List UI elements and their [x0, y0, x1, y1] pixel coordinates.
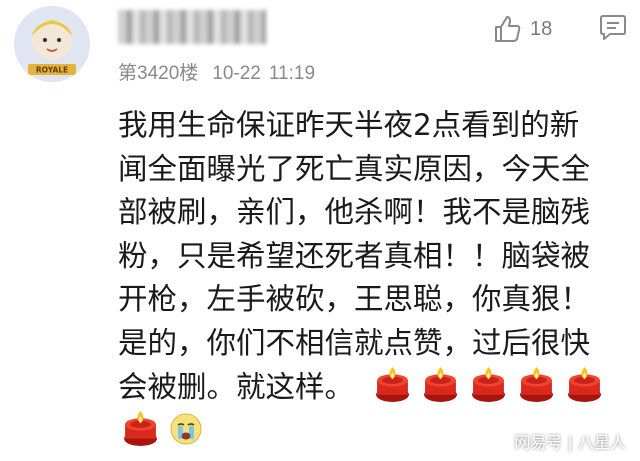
candle-emoji — [124, 411, 157, 446]
comment-date: 10-22 — [212, 63, 261, 84]
watermark: 网易号 | 八星人 — [514, 433, 626, 452]
comment-line: 开枪，左手被砍，王思聪，你真狠！ — [118, 282, 591, 317]
comment-line: 是的，你们不相信就点赞，过后很快 — [118, 325, 591, 360]
comment-line: 部被刷，亲们，他杀啊！我不是脑残 — [118, 195, 591, 230]
candle-emoji — [424, 367, 457, 402]
thumbs-up-icon — [495, 16, 521, 42]
speech-bubble-icon — [600, 15, 626, 40]
comment-meta: 第3420楼 10-22 11:19 — [118, 58, 315, 85]
avatar[interactable]: ROYALE — [14, 6, 90, 82]
candle-emoji — [376, 367, 409, 402]
avatar-text: ROYALE — [36, 66, 68, 75]
emoji-row — [374, 366, 614, 403]
candle-emoji — [520, 367, 553, 402]
comment-line: 粉，只是希望还死者真相！！脑袋被 — [118, 238, 591, 273]
avatar-image: ROYALE — [14, 6, 90, 82]
comment-line: 我用生命保证昨天半夜2点看到的新 — [118, 108, 580, 142]
like-button[interactable]: 18 — [492, 14, 552, 44]
crying-face-emoji — [170, 413, 202, 444]
emoji-row — [122, 410, 213, 447]
like-count: 18 — [530, 17, 553, 40]
candle-emoji — [472, 367, 505, 402]
floor-number: 第3420楼 — [118, 63, 199, 84]
candle-emoji — [568, 367, 601, 402]
comment-body: 我用生命保证昨天半夜2点看到的新 闻全面曝光了死亡真实原因，今天全 部被刷，亲们… — [118, 104, 628, 409]
comment-time: 11:19 — [268, 63, 316, 84]
comment-line: 闻全面曝光了死亡真实原因，今天全 — [118, 151, 591, 186]
reply-button[interactable] — [598, 14, 628, 46]
username[interactable] — [118, 10, 266, 44]
